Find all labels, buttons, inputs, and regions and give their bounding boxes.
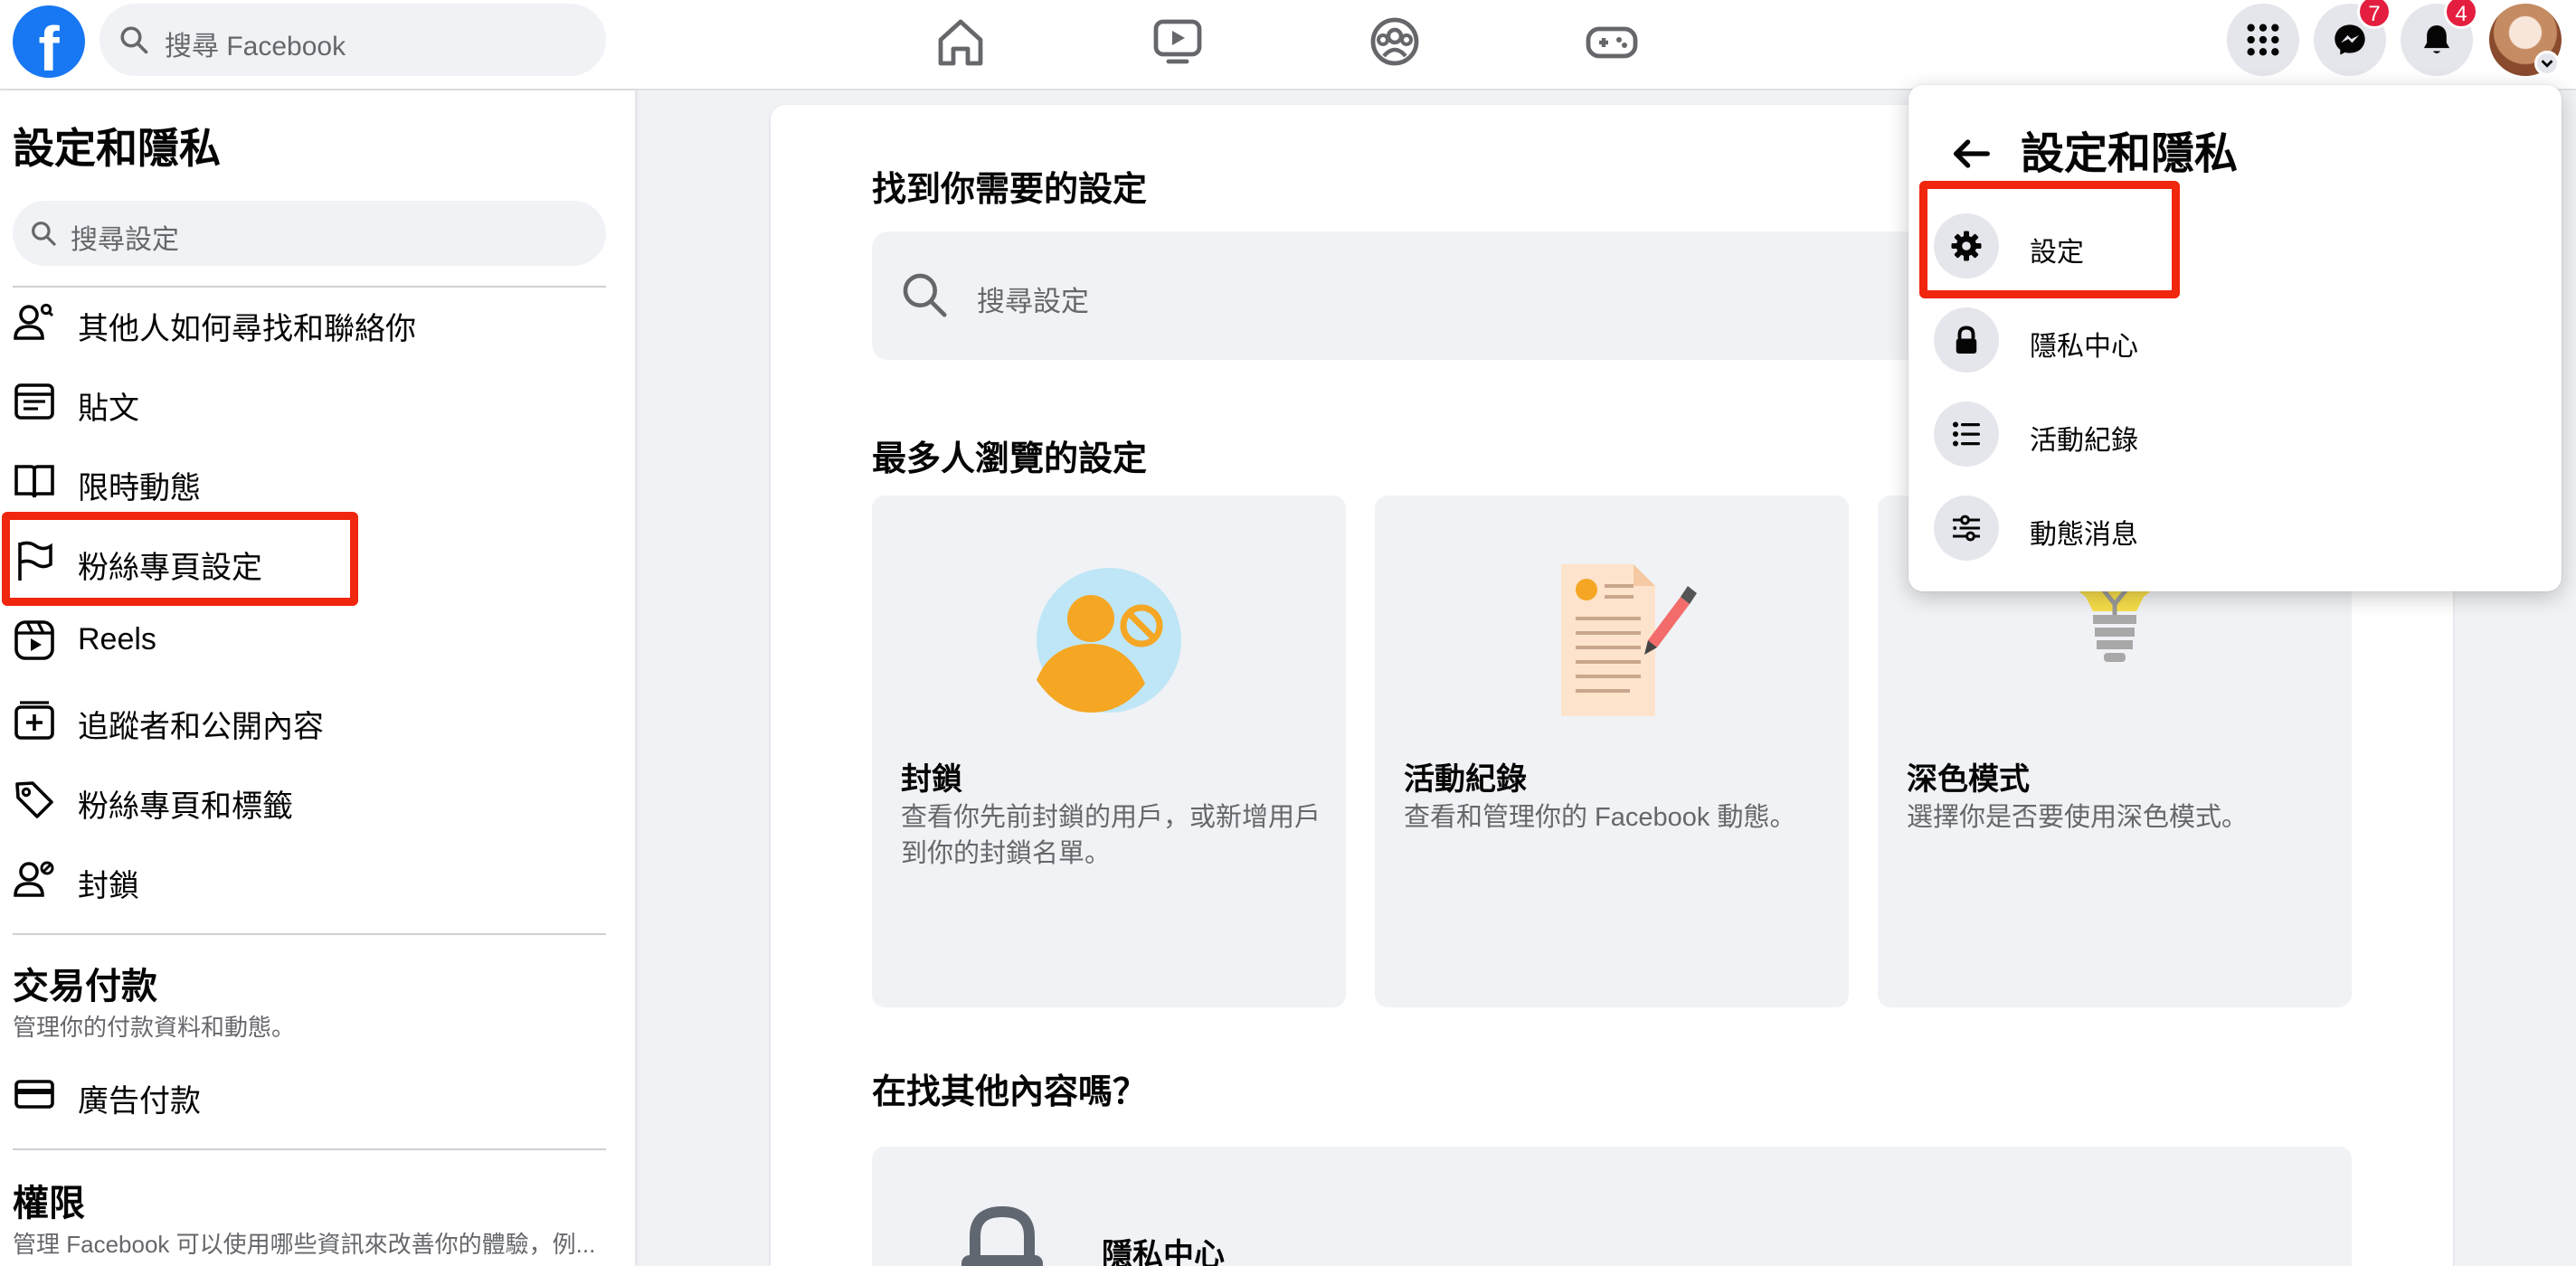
sidebar-item-label: 封鎖 — [78, 869, 139, 903]
facebook-search-input[interactable]: 搜尋 Facebook — [99, 4, 606, 76]
settings-sidebar: 設定和隱私 搜尋設定 其他人如何尋找和聯絡你 貼文 限時動態 粉絲專頁設定 Re… — [0, 90, 635, 1266]
settings-privacy-dropdown: 設定和隱私 設定 隱私中心 活動紀錄 動態消息 — [1908, 85, 2562, 591]
tile-activity-log[interactable]: 活動紀錄 查看和管理你的 Facebook 動態。 — [1375, 496, 1849, 1007]
groups-icon[interactable] — [1368, 16, 1422, 67]
sidebar-item-find-contact[interactable]: 其他人如何尋找和聯絡你 — [13, 286, 610, 358]
privacy-center-row[interactable]: 隱私中心 — [872, 1147, 2352, 1266]
dropdown-item-activity-log[interactable]: 活動紀錄 — [1923, 389, 2547, 476]
notifications-button[interactable]: 4 — [2401, 0, 2478, 76]
sidebar-item-stories[interactable]: 限時動態 — [13, 445, 610, 517]
tag-icon — [15, 781, 53, 818]
dropdown-item-news-feed[interactable]: 動態消息 — [1923, 483, 2547, 570]
popular-settings-heading: 最多人瀏覽的設定 — [872, 440, 1148, 478]
notifications-badge: 4 — [2444, 0, 2478, 29]
sidebar-item-label: 追蹤者和公開內容 — [78, 710, 324, 744]
search-icon — [120, 26, 148, 54]
sidebar-item-label: 貼文 — [78, 392, 139, 426]
search-icon — [32, 222, 56, 246]
activity-log-illustration — [1561, 564, 1697, 716]
icon-circle — [1934, 307, 1999, 373]
messenger-icon — [2334, 24, 2365, 55]
sidebar-item-ad-payments[interactable]: 廣告付款 — [13, 1058, 610, 1130]
grid-menu-icon — [2247, 24, 2279, 56]
payments-section-title: 交易付款 — [13, 967, 157, 1006]
dropdown-item-label: 隱私中心 — [2030, 332, 2138, 362]
tile-description: 查看你先前封鎖的用戶，或新增用戶到你的封鎖名單。 — [901, 803, 1321, 868]
facebook-search-placeholder: 搜尋 Facebook — [165, 32, 346, 61]
tile-description: 選擇你是否要使用深色模式。 — [1907, 803, 2249, 832]
payments-section-subtitle: 管理你的付款資料和動態。 — [13, 1014, 296, 1041]
block-person-icon — [14, 861, 54, 897]
sidebar-title: 設定和隱私 — [13, 125, 221, 172]
account-chevron-button[interactable] — [2534, 51, 2560, 76]
watch-icon[interactable] — [1151, 16, 1205, 67]
permissions-section-title: 權限 — [13, 1184, 85, 1223]
find-settings-heading: 找到你需要的設定 — [872, 171, 1148, 209]
sidebar-item-reels[interactable]: Reels — [13, 604, 610, 676]
tile-title: 深色模式 — [1907, 762, 2030, 797]
back-arrow-icon[interactable] — [1948, 130, 1995, 177]
other-content-heading: 在找其他內容嗎？ — [872, 1073, 1148, 1111]
chevron-down-icon — [2541, 60, 2553, 68]
lock-icon — [961, 1205, 1043, 1266]
reels-icon — [14, 620, 54, 660]
sidebar-item-label: Reels — [78, 622, 156, 657]
dropdown-title: 設定和隱私 — [2021, 130, 2239, 178]
gaming-icon[interactable] — [1585, 16, 1639, 67]
person-search-icon — [14, 303, 54, 340]
highlight-box-settings — [1919, 181, 2180, 298]
lock-icon — [1956, 326, 1977, 354]
sidebar-item-label: 廣告付款 — [78, 1084, 201, 1119]
sidebar-item-label: 其他人如何尋找和聯絡你 — [78, 312, 416, 346]
list-icon — [1953, 421, 1980, 447]
search-icon — [903, 273, 947, 317]
sidebar-item-followers[interactable]: 追蹤者和公開內容 — [13, 684, 610, 756]
menu-button[interactable] — [2227, 4, 2299, 76]
bell-icon — [2423, 25, 2450, 53]
sidebar-item-label: 限時動態 — [78, 471, 201, 505]
followers-icon — [14, 701, 54, 740]
sidebar-item-posts[interactable]: 貼文 — [13, 365, 610, 438]
divider — [13, 933, 606, 935]
facebook-logo[interactable]: f — [13, 5, 85, 78]
top-navigation-bar: f 搜尋 Facebook 7 4 — [0, 0, 2576, 90]
sidebar-item-pages-tags[interactable]: 粉絲專頁和標籤 — [13, 763, 610, 836]
dropdown-item-label: 動態消息 — [2030, 520, 2138, 550]
book-icon — [14, 465, 54, 498]
main-search-placeholder: 搜尋設定 — [977, 286, 1089, 317]
messenger-button[interactable]: 7 — [2314, 0, 2391, 76]
privacy-center-label: 隱私中心 — [1102, 1238, 1225, 1266]
highlight-box-page-settings — [2, 512, 358, 606]
tile-blocking[interactable]: 封鎖 查看你先前封鎖的用戶，或新增用戶到你的封鎖名單。 — [872, 496, 1346, 1007]
tile-description: 查看和管理你的 Facebook 動態。 — [1404, 803, 1796, 832]
messenger-badge: 7 — [2357, 0, 2391, 29]
dropdown-item-privacy-center[interactable]: 隱私中心 — [1923, 295, 2547, 382]
dropdown-item-label: 活動紀錄 — [2030, 426, 2138, 456]
divider — [13, 1148, 606, 1150]
sidebar-item-blocking[interactable]: 封鎖 — [13, 843, 610, 915]
sidebar-item-label: 粉絲專頁和標籤 — [78, 789, 293, 824]
sidebar-search-placeholder: 搜尋設定 — [71, 225, 179, 255]
tile-title: 封鎖 — [901, 762, 962, 797]
post-icon — [14, 383, 54, 420]
credit-card-icon — [14, 1080, 54, 1109]
home-icon[interactable] — [933, 16, 988, 67]
icon-circle — [1934, 496, 1999, 561]
permissions-section-subtitle: 管理 Facebook 可以使用哪些資訊來改善你的體驗，例... — [13, 1231, 596, 1258]
blocking-illustration — [1037, 568, 1181, 713]
sliders-icon — [1953, 515, 1980, 542]
icon-circle — [1934, 402, 1999, 467]
sidebar-search-input[interactable]: 搜尋設定 — [13, 201, 606, 266]
tile-title: 活動紀錄 — [1404, 762, 1527, 797]
